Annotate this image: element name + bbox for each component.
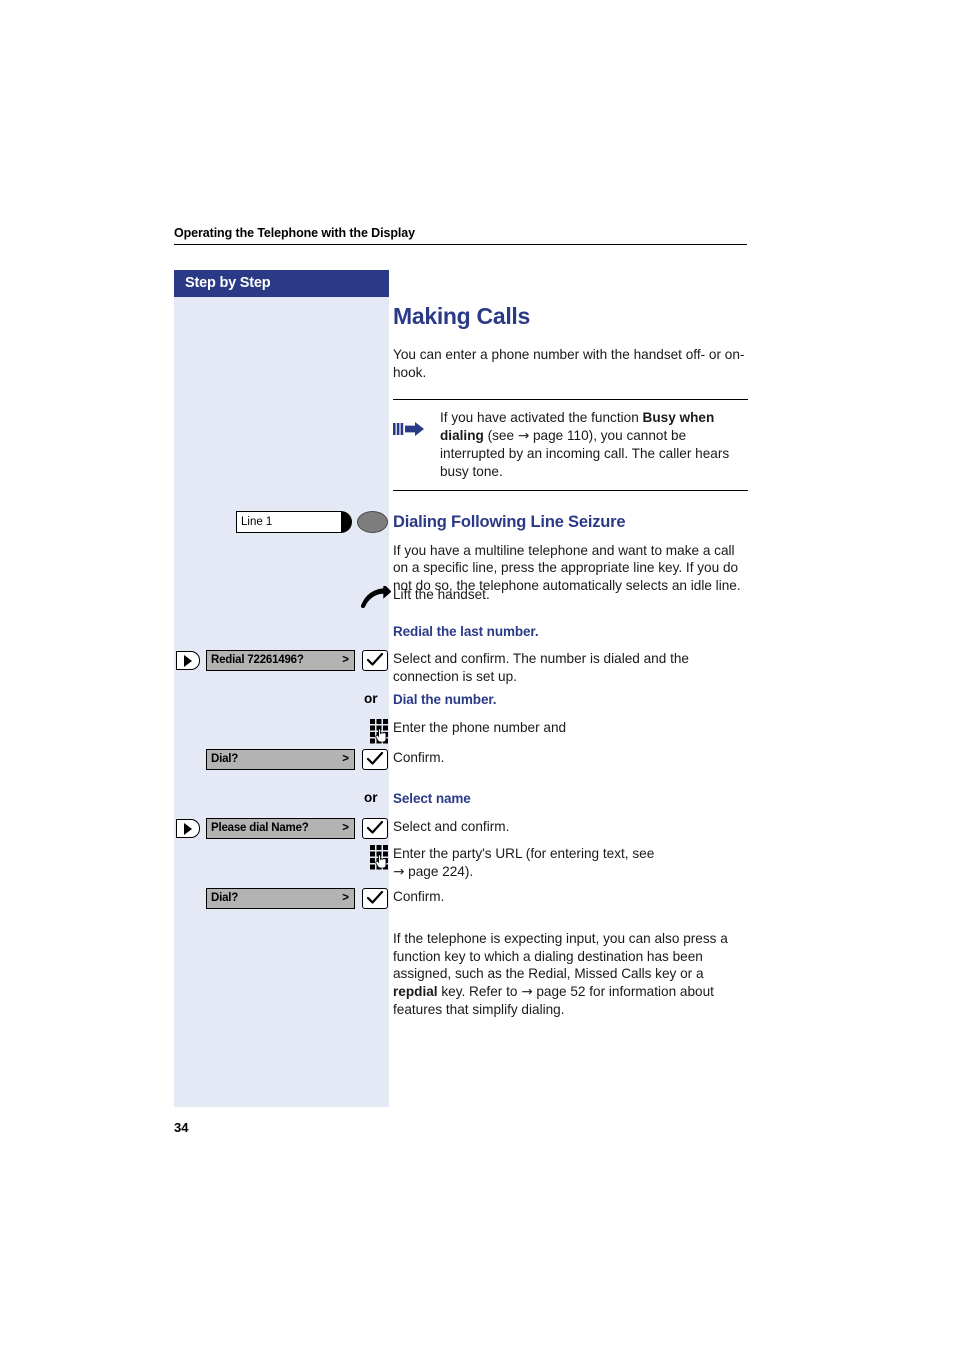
line-key-tab (341, 511, 352, 533)
step-by-step-sidebar: Step by Step (174, 270, 389, 1107)
page-title: Making Calls (393, 303, 530, 329)
enter-number-text: Enter the phone number and (393, 720, 567, 735)
closing-bold-term: repdial (393, 983, 438, 999)
lift-handset-text: Lift the handset. (393, 587, 490, 602)
closing-part2: key. Refer to (437, 983, 522, 999)
dial-number-heading: Dial the number. (393, 692, 497, 707)
sidebar-title-label: Step by Step (185, 275, 271, 291)
select-name-heading: Select name (393, 791, 471, 806)
line-key-label: Line 1 (241, 516, 273, 528)
running-header-text: Operating the Telephone with the Display (174, 226, 415, 240)
keypad-group-1 (370, 719, 391, 749)
note-callout: If you have activated the function Busy … (393, 399, 748, 491)
redial-step-text: Select and confirm. The number is dialed… (393, 651, 689, 684)
redial-display-key-label: Redial 72261496? (211, 654, 304, 666)
line-key-led-indicator (357, 511, 388, 533)
please-dial-name-label: Please dial Name? (211, 822, 309, 834)
keypad-group-2 (370, 845, 391, 875)
confirm-text-1: Confirm. (393, 750, 445, 765)
subsection-title: Dialing Following Line Seizure (393, 512, 626, 531)
dial-key-group-2[interactable]: Dial? > (206, 888, 388, 909)
running-header: Operating the Telephone with the Display (174, 226, 747, 245)
chevron-right-icon: > (342, 892, 349, 904)
chevron-right-icon: > (342, 753, 349, 765)
dial-display-key-2[interactable]: Dial? > (206, 888, 355, 909)
dial-display-key-label-1: Dial? (211, 753, 239, 765)
or-label-1: or (364, 691, 378, 706)
redial-display-key[interactable]: Redial 72261496? > (206, 650, 355, 671)
page-ref-arrow-icon: → (393, 863, 405, 880)
redial-heading-wrap: Redial the last number. (393, 623, 748, 641)
enter-url-text: Enter the party's URL (for entering text… (393, 845, 748, 881)
keypad-icon (370, 845, 391, 875)
line-key-group[interactable]: Line 1 (236, 511, 388, 533)
handset-off-hook-icon (360, 583, 392, 613)
note-text-part2: (see (483, 427, 518, 443)
dial-display-key-1[interactable]: Dial? > (206, 749, 355, 770)
or-label-2: or (364, 790, 378, 805)
page-number: 34 (174, 1120, 189, 1135)
header-rule (174, 244, 747, 245)
line-key-box[interactable]: Line 1 (236, 511, 342, 533)
note-text: If you have activated the function Busy … (427, 409, 748, 480)
closing-part1: If the telephone is expecting input, you… (393, 931, 728, 982)
redial-heading: Redial the last number. (393, 624, 539, 639)
note-text-part1: If you have activated the function (440, 410, 643, 426)
enter-url-page-ref: page 224). (404, 863, 474, 879)
checkmark-key-icon[interactable] (362, 818, 388, 839)
checkmark-key-icon[interactable] (362, 749, 388, 770)
checkmark-key-icon[interactable] (362, 888, 388, 909)
select-name-heading-wrap: Select name (393, 790, 748, 808)
redial-key-group[interactable]: Redial 72261496? > (176, 650, 388, 671)
dial-key-group-1[interactable]: Dial? > (206, 749, 388, 770)
rocker-key-icon[interactable] (176, 819, 200, 838)
line-key[interactable]: Line 1 (236, 511, 388, 533)
rocker-key-icon[interactable] (176, 651, 200, 670)
please-dial-name-group[interactable]: Please dial Name? > (176, 818, 388, 839)
closing-paragraph: If the telephone is expecting input, you… (393, 930, 748, 1019)
keypad-icon (370, 719, 391, 749)
arrow-bullet-icon (393, 409, 427, 437)
enter-url-text-part1: Enter the party's URL (for entering text… (393, 846, 655, 861)
dial-display-key-label-2: Dial? (211, 892, 239, 904)
sidebar-title-bar: Step by Step (174, 270, 389, 297)
handset-group (360, 583, 392, 613)
confirm-text-2: Confirm. (393, 889, 445, 904)
page-ref-arrow-icon: → (521, 983, 533, 1000)
please-dial-name-display-key[interactable]: Please dial Name? > (206, 818, 355, 839)
page-ref-arrow-icon: → (517, 427, 530, 444)
main-content-column: Making Calls You can enter a phone numbe… (393, 270, 748, 594)
chevron-right-icon: > (342, 822, 349, 834)
chevron-right-icon: > (342, 654, 349, 666)
dial-number-heading-wrap: Dial the number. (393, 691, 748, 709)
checkmark-key-icon[interactable] (362, 650, 388, 671)
intro-paragraph: You can enter a phone number with the ha… (393, 347, 745, 380)
select-confirm-text: Select and confirm. (393, 819, 510, 834)
